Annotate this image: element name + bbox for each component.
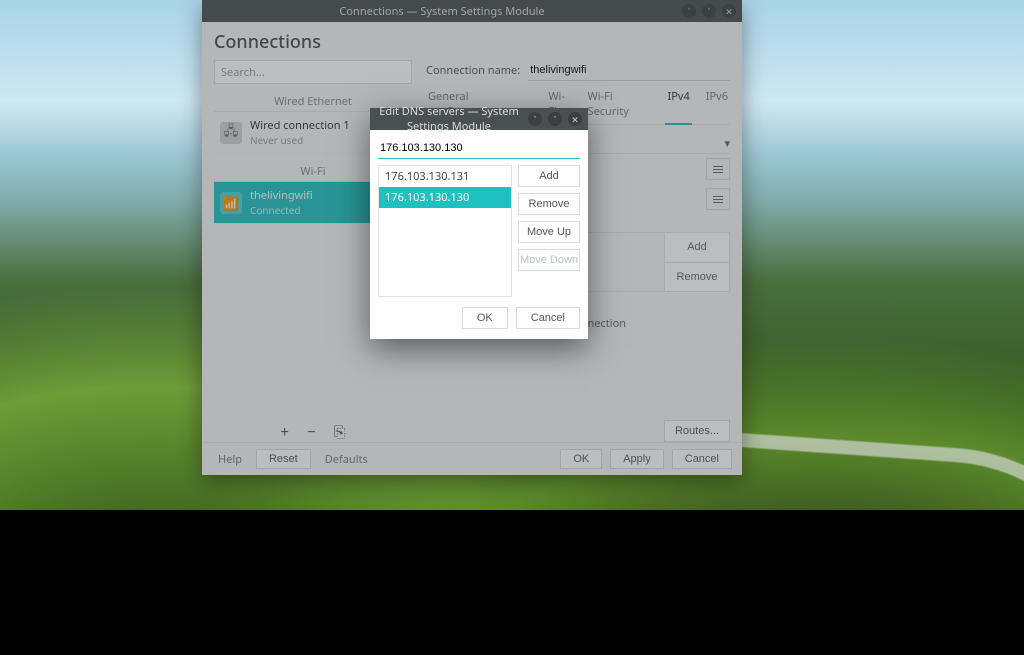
connection-status: Connected [250, 203, 313, 217]
edit-dns-search-button[interactable] [706, 188, 730, 210]
connection-name: thelivingwifi [250, 188, 313, 203]
page-title: Connections [214, 30, 730, 54]
apply-button[interactable]: Apply [610, 449, 664, 469]
dns-move-up-button[interactable]: Move Up [518, 221, 580, 243]
edit-dns-dialog: Edit DNS servers — System Settings Modul… [370, 108, 588, 339]
dialog-cancel-button[interactable]: Cancel [516, 307, 580, 329]
address-remove-button[interactable]: Remove [665, 263, 729, 292]
search-input[interactable]: Search... [214, 60, 412, 84]
tab-ipv4[interactable]: IPv4 [665, 87, 691, 125]
routes-button[interactable]: Routes... [664, 420, 730, 442]
dns-list-item[interactable]: 176.103.130.131 [379, 166, 511, 187]
connections-toolbar: + − ⎘ [214, 414, 412, 442]
address-add-button[interactable]: Add [665, 233, 729, 263]
defaults-button[interactable]: Defaults [319, 449, 374, 470]
tab-ipv6[interactable]: IPv6 [704, 87, 730, 121]
cancel-button[interactable]: Cancel [672, 449, 732, 469]
add-connection-button[interactable]: + [280, 422, 289, 442]
wifi-icon: 📶 [220, 192, 242, 214]
dropdown-icon[interactable]: ▾ [724, 136, 730, 151]
connection-name: Wired connection 1 [250, 118, 350, 133]
dialog-titlebar: Edit DNS servers — System Settings Modul… [370, 108, 588, 130]
dns-add-button[interactable]: Add [518, 165, 580, 187]
dns-list-item[interactable]: 176.103.130.130 [379, 187, 511, 208]
ethernet-icon: 🖧 [220, 122, 242, 144]
window-minimize-button[interactable]: ˅ [682, 4, 696, 18]
export-connection-button[interactable]: ⎘ [334, 422, 346, 442]
dialog-minimize-button[interactable]: ˅ [528, 112, 542, 126]
dialog-ok-button[interactable]: OK [462, 307, 508, 329]
dialog-maximize-button[interactable]: ˄ [548, 112, 562, 126]
reset-button[interactable]: Reset [256, 449, 311, 469]
ok-button[interactable]: OK [560, 449, 602, 469]
window-maximize-button[interactable]: ˄ [702, 4, 716, 18]
help-button[interactable]: Help [212, 449, 248, 470]
window-titlebar: Connections — System Settings Module ˅ ˄… [202, 0, 742, 22]
tab-wifi-security[interactable]: Wi-Fi Security [586, 87, 654, 121]
dns-remove-button[interactable]: Remove [518, 193, 580, 215]
dialog-close-button[interactable]: ✕ [568, 112, 582, 126]
remove-connection-button[interactable]: − [307, 422, 316, 442]
window-close-button[interactable]: ✕ [722, 4, 736, 18]
edit-dns-button[interactable] [706, 158, 730, 180]
connection-name-field[interactable] [528, 60, 730, 81]
connection-status: Never used [250, 133, 350, 147]
dns-server-list[interactable]: 176.103.130.131 176.103.130.130 [378, 165, 512, 297]
dns-move-down-button[interactable]: Move Down [518, 249, 580, 271]
connection-name-label: Connection name: [426, 63, 520, 78]
window-footer: Help Reset Defaults OK Apply Cancel [202, 442, 742, 475]
dns-entry-field[interactable] [378, 138, 580, 159]
window-title: Connections — System Settings Module [202, 4, 682, 19]
